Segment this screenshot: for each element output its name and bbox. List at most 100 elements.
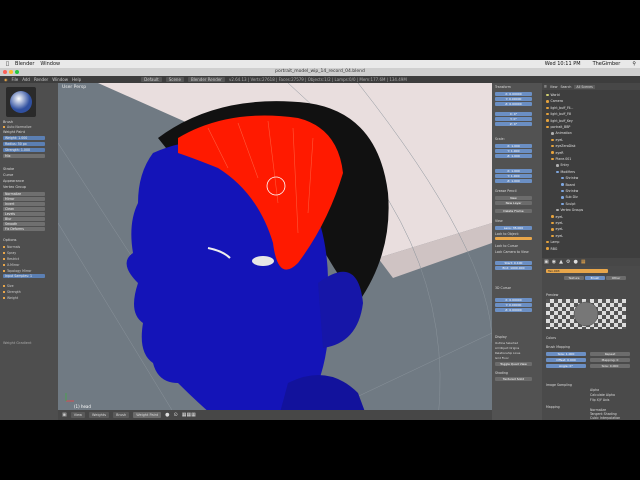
outliner-scope-select[interactable]: All Scenes <box>574 84 595 89</box>
material-tab-icon[interactable]: ● <box>573 259 577 265</box>
clip-end-field[interactable]: End: 1000.000 <box>495 266 532 270</box>
section-stroke[interactable]: Stroke <box>3 167 14 171</box>
location-x[interactable]: X: 0.00000 <box>495 92 532 96</box>
vgroup-blur[interactable]: Blur <box>3 217 45 221</box>
option-x-mirror[interactable]: X-Mirror <box>3 263 20 267</box>
mapping-field[interactable]: Mapping: 0 <box>590 358 630 362</box>
render-engine-selector[interactable]: Blender Render <box>187 77 225 82</box>
outliner-item[interactable]: eyeL <box>551 227 563 231</box>
location-y[interactable]: Y: 0.00000 <box>495 97 532 101</box>
view-title[interactable]: View <box>495 219 503 223</box>
cursor-x[interactable]: X: 0.00000 <box>495 298 532 302</box>
app-menu[interactable]: Blender <box>15 61 34 67</box>
rotation-x[interactable]: X: 0° <box>495 112 532 116</box>
user-name[interactable]: TheGimber <box>593 61 621 67</box>
blender-logo-icon[interactable]: ◉ <box>4 77 8 82</box>
menu-render[interactable]: Render <box>34 77 48 82</box>
vgroup-normalize[interactable]: Normalize <box>3 192 45 196</box>
auto-normalize-toggle[interactable]: Auto Normalize <box>3 125 31 129</box>
shading-solid-icon[interactable]: ● <box>165 412 169 418</box>
texture-datablock[interactable]: Tex.003 <box>546 269 608 273</box>
unified-weight[interactable]: Weight <box>3 296 18 300</box>
outliner-item[interactable]: eyeL <box>551 234 563 238</box>
outliner-item[interactable]: light_buff_Key <box>546 119 573 123</box>
scene-selector[interactable]: Scene <box>165 77 184 82</box>
outliner-item[interactable]: World <box>546 93 560 97</box>
object-tab-icon[interactable]: ▲ <box>559 259 563 265</box>
lock-object-field[interactable] <box>495 237 532 240</box>
lock-camera-checkbox[interactable]: Lock Camera to View <box>495 250 529 254</box>
menu-help[interactable]: Help <box>72 77 81 82</box>
vgroup-invert[interactable]: Invert <box>3 202 45 206</box>
render-tab-icon[interactable]: ▣ <box>544 259 549 265</box>
vgroup-fix-deforms[interactable]: Fix Deforms <box>3 227 45 231</box>
display-title[interactable]: Display <box>495 335 507 339</box>
weights-menu[interactable]: Weights <box>89 412 110 418</box>
display-relationship-lines[interactable]: Relationship Lines <box>495 351 520 355</box>
transform-title[interactable]: Transform <box>495 85 511 89</box>
outliner-item[interactable]: Animation <box>551 131 572 135</box>
input-samples-field[interactable]: Input Samples: 1 <box>3 274 45 278</box>
menu-window[interactable]: Window <box>52 77 68 82</box>
section-vertex-group[interactable]: Vertex Group <box>3 185 26 189</box>
option-topology-mirror[interactable]: Topology Mirror <box>3 269 31 273</box>
location-z[interactable]: Z: 0.00000 <box>495 102 532 106</box>
brush-mapping-title[interactable]: Brush Mapping <box>546 345 570 349</box>
calculate-alpha-checkbox[interactable]: Calculate Alpha <box>590 393 615 397</box>
dimension-y[interactable]: Y: 1.000 <box>495 174 532 178</box>
outliner-item[interactable]: light_buff_Fil... <box>546 106 573 110</box>
outliner-item[interactable]: light_buff_Fill <box>546 112 571 116</box>
size-field[interactable]: Size: 1.000 <box>546 352 586 356</box>
options-title[interactable]: Options <box>3 238 17 242</box>
tab-other[interactable]: Other <box>606 276 626 280</box>
window-menu[interactable]: Window <box>40 61 60 67</box>
outliner-view-menu[interactable]: View <box>550 85 558 89</box>
scale-y[interactable]: Y: 1.000 <box>495 149 532 153</box>
radius-field[interactable]: Radius: 50 px <box>3 142 45 146</box>
vgroup-smooth[interactable]: Smooth <box>3 222 45 226</box>
size-b-field[interactable]: Size: 0.000 <box>590 364 630 368</box>
brush-preview[interactable] <box>6 87 36 117</box>
menu-add[interactable]: Add <box>22 77 30 82</box>
outliner-item[interactable]: RBG <box>546 247 557 251</box>
unified-size[interactable]: Size <box>3 284 14 288</box>
apple-icon[interactable]:  <box>6 61 9 67</box>
display-outline-selected[interactable]: Outline Selected <box>495 341 518 345</box>
brush-menu[interactable]: Brush <box>113 412 130 418</box>
minimize-window-icon[interactable] <box>9 70 13 74</box>
outliner-item[interactable]: Board <box>561 183 575 187</box>
cursor-y[interactable]: Y: 0.00000 <box>495 303 532 307</box>
outliner-search-menu[interactable]: Search <box>560 85 571 89</box>
outliner-item[interactable]: Lamp <box>546 240 559 244</box>
angle-field[interactable]: Angle: 0° <box>546 364 586 368</box>
outliner-item[interactable]: Shrinkw <box>561 176 578 180</box>
toggle-quad-view-button[interactable]: Toggle Quad View <box>495 362 532 366</box>
outliner-item[interactable]: Plane.001 <box>551 157 571 161</box>
dimension-z[interactable]: Z: 1.000 <box>495 179 532 183</box>
outliner-item[interactable]: Modifiers <box>556 170 575 174</box>
grease-delete-frame-button[interactable]: Delete Frame <box>495 209 532 213</box>
display-grid-floor[interactable]: Grid Floor <box>495 356 509 360</box>
shading-mode-select[interactable]: Textured Solid <box>495 377 532 381</box>
tab-brush[interactable]: Brush <box>585 276 605 280</box>
close-window-icon[interactable] <box>3 70 7 74</box>
modifier-tab-icon[interactable]: ⚙ <box>566 259 570 265</box>
scale-z[interactable]: Z: 1.000 <box>495 154 532 158</box>
section-appearance[interactable]: Appearance <box>3 179 24 183</box>
vgroup-clean[interactable]: Clean <box>3 207 45 211</box>
rotation-y[interactable]: Y: 0° <box>495 117 532 121</box>
alpha-checkbox[interactable]: Alpha <box>590 388 599 392</box>
image-sampling-title[interactable]: Image Sampling <box>546 383 572 387</box>
outliner-item[interactable]: Entry <box>556 163 569 167</box>
option-spray[interactable]: Spray <box>3 251 16 255</box>
flip-axis-checkbox[interactable]: Flip X/Y Axis <box>590 398 609 402</box>
dimension-x[interactable]: X: 1.000 <box>495 169 532 173</box>
repeat-field[interactable]: Repeat <box>590 352 630 356</box>
outliner-item[interactable]: portrait_BBP <box>546 125 570 129</box>
grease-pencil-title[interactable]: Grease Pencil <box>495 189 517 193</box>
option-restrict[interactable]: Restrict <box>3 257 19 261</box>
cursor-title[interactable]: 3D Cursor <box>495 286 511 290</box>
preview-title[interactable]: Preview <box>546 293 558 297</box>
rotation-z[interactable]: Z: 0° <box>495 122 532 126</box>
lens-field[interactable]: Lens: 35.000 <box>495 226 532 230</box>
